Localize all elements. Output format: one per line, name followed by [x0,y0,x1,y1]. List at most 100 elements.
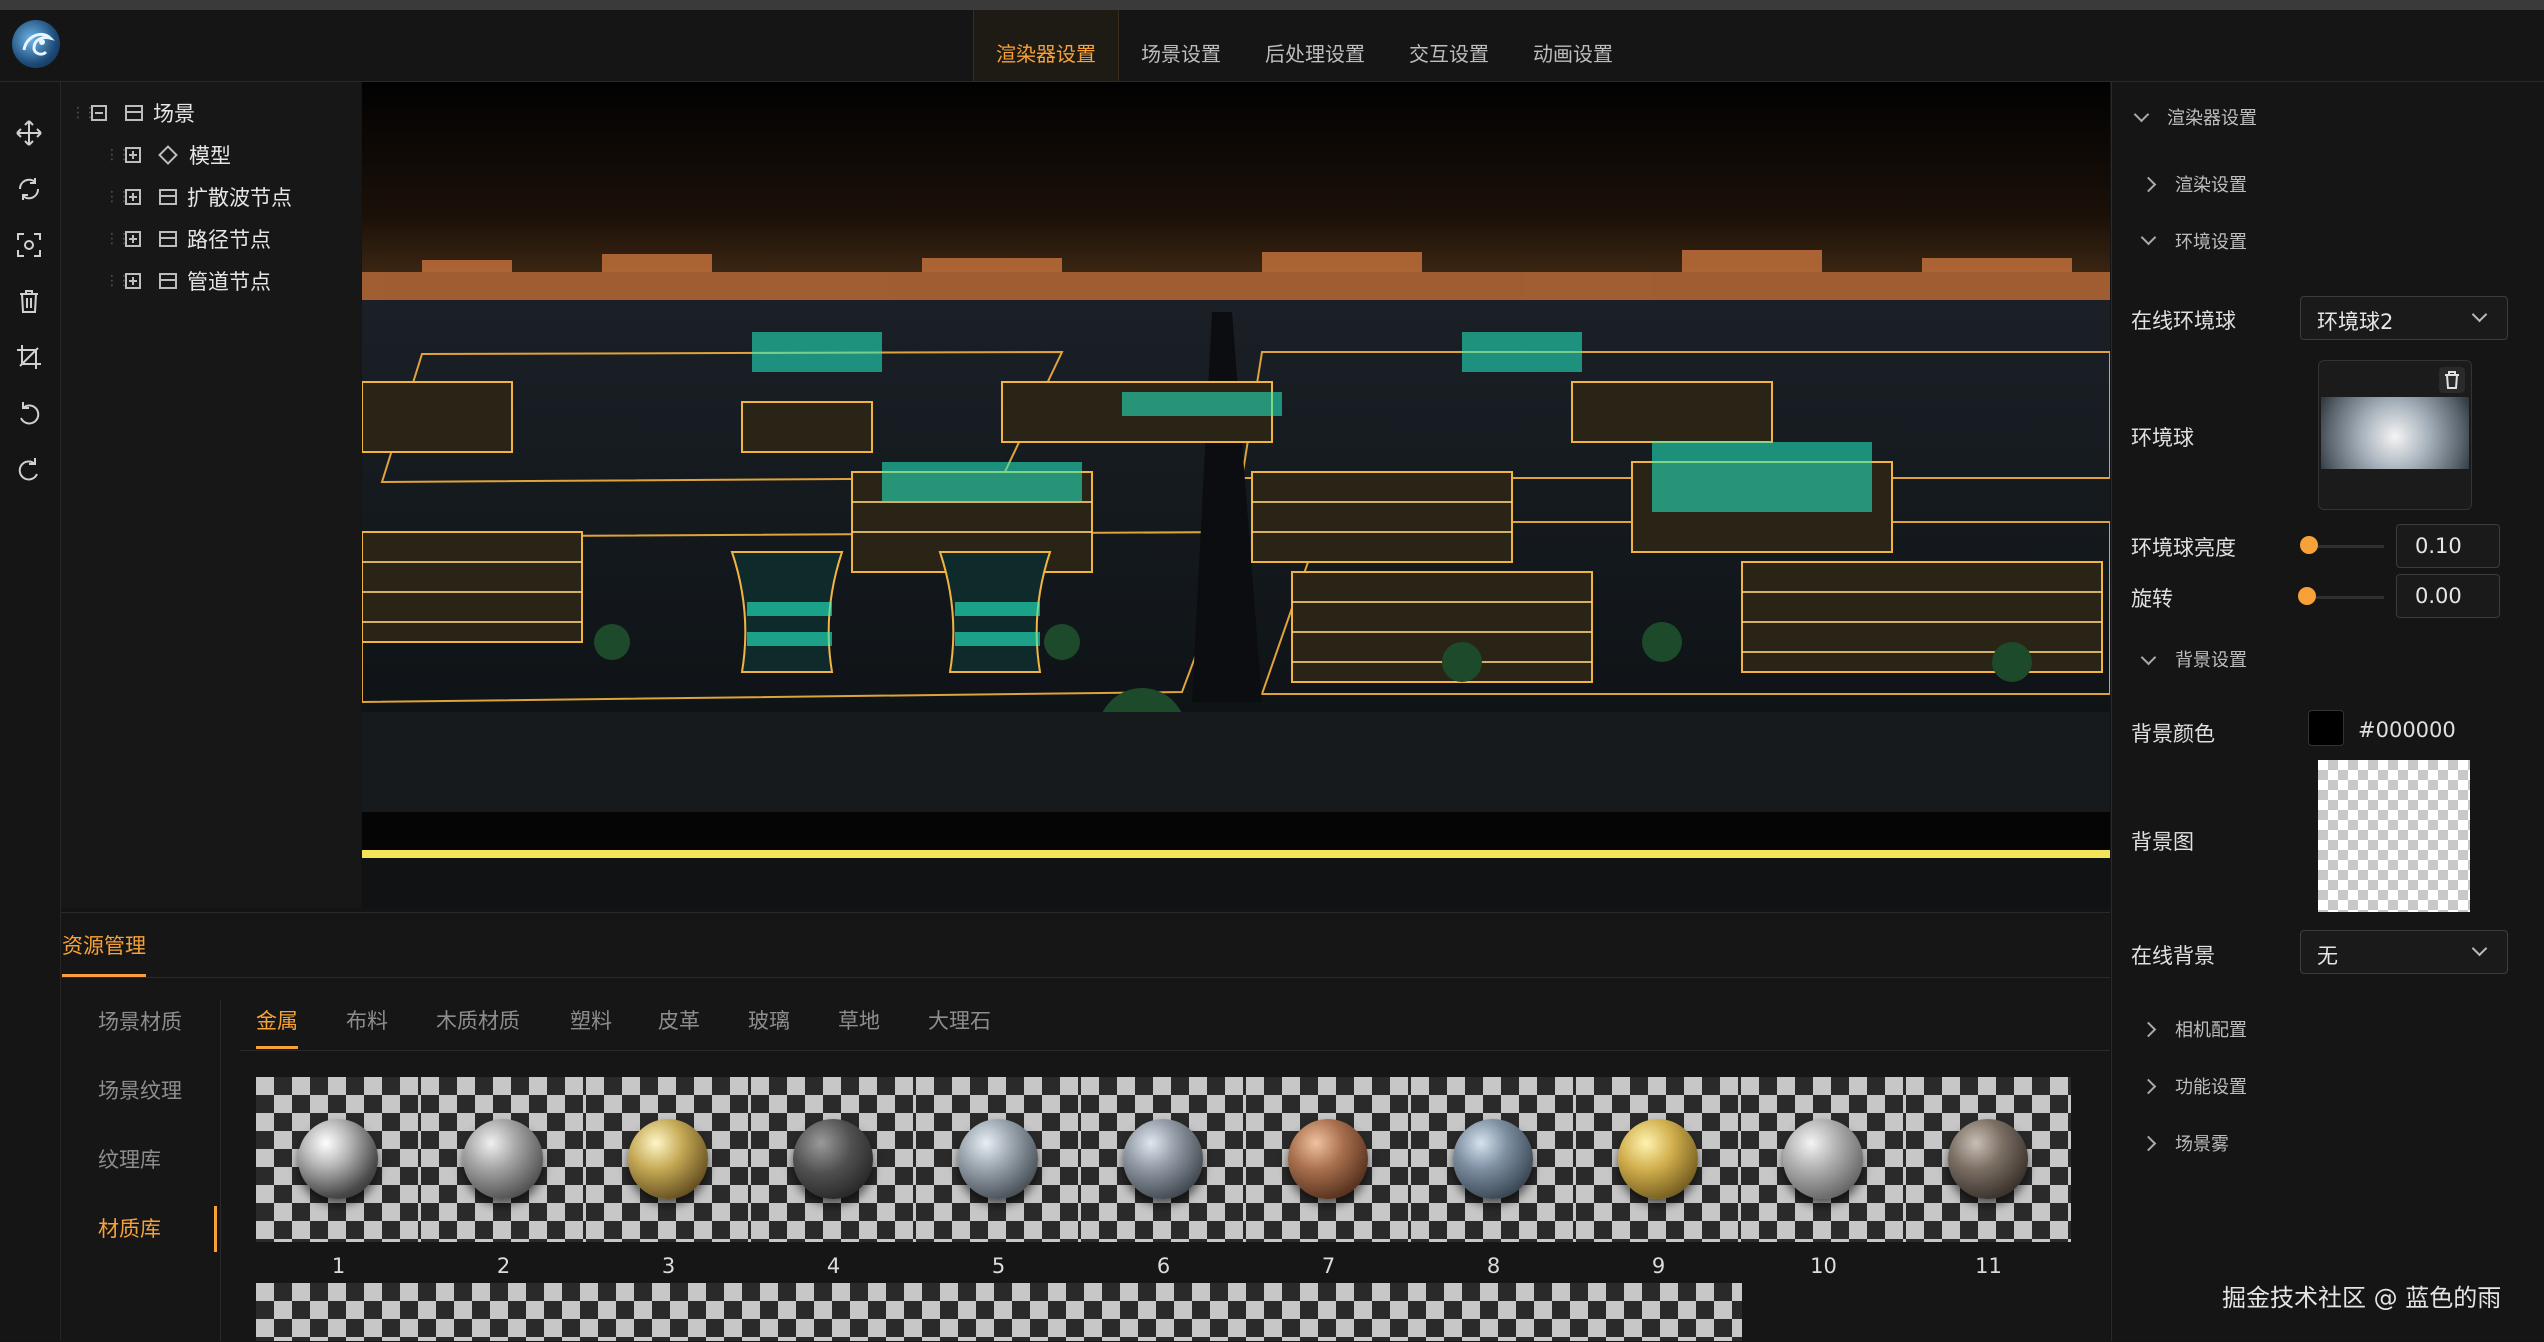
trash-icon[interactable] [2439,367,2465,393]
rotation-slider-track[interactable] [2306,596,2384,599]
tree-item-label: 模型 [189,144,231,168]
material-label: 7 [1321,1254,1336,1278]
material-swatch[interactable] [1741,1077,1906,1242]
tree-item-label: 路径节点 [187,228,271,252]
drag-handle-icon[interactable]: ⋮⋮ [71,105,97,121]
section-camera-config[interactable]: 相机配置 [2175,1016,2247,1042]
material-swatch[interactable] [751,1077,916,1242]
section-renderer-settings[interactable]: 渲染器设置 [2167,104,2257,130]
tab-leather[interactable]: 皮革 [658,1005,700,1035]
drag-handle-icon[interactable]: ⋮⋮ [105,189,131,205]
env-brightness-slider-track[interactable] [2308,545,2384,548]
left-toolbar [0,82,61,1341]
rotation-input[interactable]: 0.00 [2396,574,2500,618]
tab-wood[interactable]: 木质材质 [436,1005,520,1035]
material-sphere [1783,1119,1863,1199]
material-swatch[interactable] [1906,1077,2071,1242]
tab-plastic[interactable]: 塑料 [570,1005,612,1035]
env-brightness-input[interactable]: 0.10 [2396,524,2500,568]
material-sphere [1948,1119,2028,1199]
tab-postprocess-settings[interactable]: 后处理设置 [1243,10,1387,81]
drag-handle-icon[interactable]: ⋮⋮ [105,273,131,289]
section-background-settings[interactable]: 背景设置 [2175,646,2247,672]
online-env-select[interactable]: 环境球2 [2300,296,2508,340]
rotation-slider-handle[interactable] [2298,587,2316,605]
redo-icon[interactable] [14,454,44,484]
tree-item-label: 场景 [153,102,195,126]
tree-item-model[interactable]: ⋮⋮ 模型 [105,137,231,173]
resource-panel-title[interactable]: 资源管理 [62,930,146,960]
material-swatch[interactable] [256,1077,421,1242]
side-item-scene-textures[interactable]: 场景纹理 [98,1075,182,1105]
tab-renderer-settings[interactable]: 渲染器设置 [973,10,1119,81]
top-tabs: 渲染器设置 场景设置 后处理设置 交互设置 动画设置 [973,10,1635,81]
collapse-icon[interactable] [91,105,107,121]
material-swatch[interactable] [1576,1077,1741,1242]
side-item-scene-materials[interactable]: 场景材质 [98,1006,182,1036]
expand-icon[interactable] [125,231,141,247]
delete-icon[interactable] [14,286,44,316]
drag-handle-icon[interactable]: ⋮⋮ [105,147,131,163]
tree-item-diffusion-wave[interactable]: ⋮⋮ 扩散波节点 [105,179,292,215]
rotate-icon[interactable] [14,174,44,204]
env-brightness-label: 环境球亮度 [2131,536,2236,560]
move-icon[interactable] [14,118,44,148]
bg-image-label: 背景图 [2131,830,2194,854]
expand-icon[interactable] [125,147,141,163]
tab-animation-settings[interactable]: 动画设置 [1511,10,1635,81]
section-scene-fog[interactable]: 场景雾 [2175,1130,2229,1156]
material-label: 5 [991,1254,1006,1278]
material-label: 4 [826,1254,841,1278]
material-sphere [1453,1119,1533,1199]
section-render-settings[interactable]: 渲染设置 [2175,171,2247,197]
section-feature-settings[interactable]: 功能设置 [2175,1073,2247,1099]
bg-image-preview[interactable] [2318,760,2470,912]
section-env-settings[interactable]: 环境设置 [2175,228,2247,254]
material-label: 1 [331,1254,346,1278]
material-label: 2 [496,1254,511,1278]
tab-scene-settings[interactable]: 场景设置 [1119,10,1243,81]
tab-glass[interactable]: 玻璃 [748,1005,790,1035]
material-swatch[interactable] [1246,1077,1411,1242]
online-bg-select[interactable]: 无 [2300,930,2508,974]
list-icon [125,105,143,121]
expand-icon[interactable] [125,189,141,205]
side-item-material-library[interactable]: 材质库 [98,1213,161,1243]
app-logo [12,20,60,68]
env-ball-preview[interactable] [2318,360,2472,510]
material-sphere [463,1119,543,1199]
bg-color-swatch[interactable] [2308,710,2344,746]
crop-icon[interactable] [14,342,44,372]
3d-viewport[interactable] [362,82,2110,908]
tab-fabric[interactable]: 布料 [346,1005,388,1035]
watermark: 掘金技术社区 @ 蓝色的雨 [2222,1284,2502,1312]
material-swatch-row-2[interactable] [256,1283,1742,1341]
material-swatch[interactable] [421,1077,586,1242]
material-swatch[interactable] [586,1077,751,1242]
tab-grass[interactable]: 草地 [838,1005,880,1035]
scene-tree: ⋮⋮ 场景 ⋮⋮ 模型 ⋮⋮ 扩散波节点 ⋮⋮ 路径节点 ⋮⋮ 管道节点 [61,82,361,908]
drag-handle-icon[interactable]: ⋮⋮ [105,231,131,247]
tab-marble[interactable]: 大理石 [928,1005,991,1035]
expand-icon[interactable] [125,273,141,289]
material-swatch[interactable] [916,1077,1081,1242]
env-ball-thumbnail [2321,397,2469,469]
material-swatch[interactable] [1081,1077,1246,1242]
side-item-texture-library[interactable]: 纹理库 [98,1144,161,1174]
list-icon [159,189,177,205]
tree-item-pipe[interactable]: ⋮⋮ 管道节点 [105,263,271,299]
tab-metal[interactable]: 金属 [256,1005,298,1035]
select-value: 环境球2 [2317,310,2394,334]
tree-item-path[interactable]: ⋮⋮ 路径节点 [105,221,271,257]
undo-icon[interactable] [14,398,44,428]
list-icon [159,231,177,247]
tab-interaction-settings[interactable]: 交互设置 [1387,10,1511,81]
env-brightness-slider-handle[interactable] [2300,536,2318,554]
scale-icon[interactable] [14,230,44,260]
material-label: 3 [661,1254,676,1278]
tree-item-scene[interactable]: ⋮⋮ 场景 [71,95,195,131]
material-label: 6 [1156,1254,1171,1278]
material-swatch[interactable] [1411,1077,1576,1242]
material-sphere [1618,1119,1698,1199]
bg-color-value: #000000 [2358,718,2456,742]
